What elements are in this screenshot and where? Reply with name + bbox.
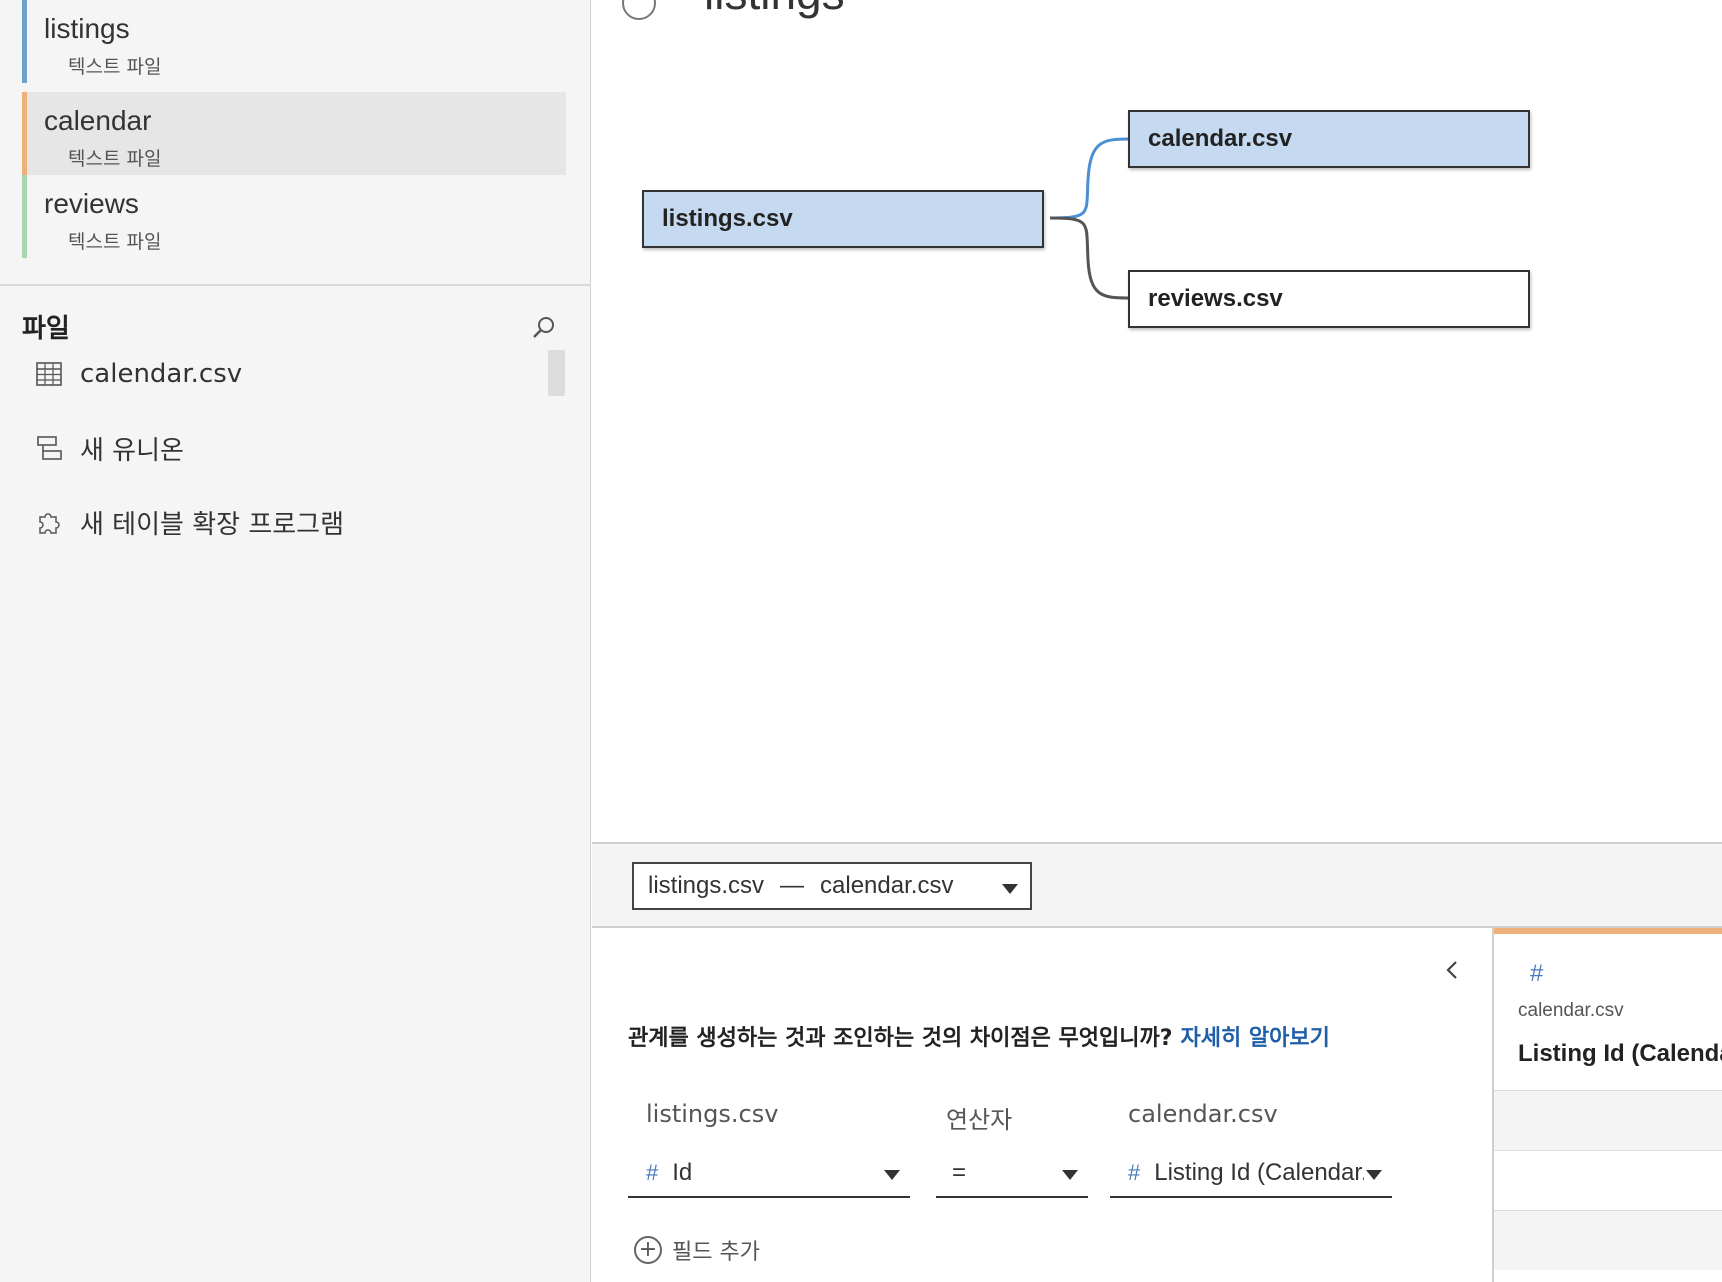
number-type-icon: # <box>646 1160 659 1185</box>
right-field-value: Listing Id (Calendar.csv) <box>1154 1159 1364 1186</box>
datasource-item-reviews[interactable]: reviews 텍스트 파일 <box>22 175 566 258</box>
link-listings-calendar <box>1049 137 1129 220</box>
right-field-select[interactable]: # Listing Id (Calendar.csv) <box>1110 1150 1392 1198</box>
datasource-name: reviews <box>44 188 139 219</box>
file-item-label: calendar.csv <box>80 359 243 389</box>
operator-select[interactable]: = <box>936 1150 1088 1198</box>
file-item-calendar-csv[interactable]: calendar.csv <box>34 354 242 394</box>
datasource-item-listings[interactable]: listings 텍스트 파일 <box>22 0 566 83</box>
chevron-down-icon <box>884 1170 900 1180</box>
left-sidebar: listings 텍스트 파일 calendar 텍스트 파일 reviews … <box>0 0 591 1282</box>
chevron-down-icon <box>1002 884 1018 894</box>
relationship-canvas: listings listings.csv calendar.csv revie… <box>592 0 1722 842</box>
datasource-name: calendar <box>44 105 152 136</box>
left-field-select[interactable]: # Id <box>628 1150 910 1198</box>
operator-value: = <box>952 1159 967 1186</box>
table-node-calendar[interactable]: calendar.csv <box>1128 110 1530 168</box>
operator-header: 연산자 <box>946 1106 1013 1134</box>
sidebar-divider <box>0 284 591 286</box>
page-title: listings <box>704 0 845 20</box>
search-icon[interactable] <box>530 314 558 342</box>
extension-icon <box>34 507 64 537</box>
files-header: 파일 <box>22 314 70 344</box>
chevron-down-icon <box>1366 1170 1382 1180</box>
plus-icon: + <box>634 1236 662 1264</box>
relationship-dropdown[interactable]: listings.csv — calendar.csv <box>632 862 1032 910</box>
link-listings-reviews <box>1049 216 1129 300</box>
help-text: 관계를 생성하는 것과 조인하는 것의 차이점은 무엇입니까? <box>628 1026 1173 1051</box>
datasource-name: listings <box>44 13 130 44</box>
number-type-icon: # <box>1128 1160 1141 1185</box>
sidebar-scrollbar[interactable] <box>548 350 565 396</box>
file-item-label: 새 테이블 확장 프로그램 <box>80 509 344 540</box>
preview-color-bar <box>1494 928 1722 934</box>
datasource-type: 텍스트 파일 <box>68 231 162 253</box>
number-type-icon: # <box>1530 960 1544 987</box>
relationship-selector-bar: listings.csv — calendar.csv <box>592 842 1722 928</box>
datasource-type: 텍스트 파일 <box>68 56 162 78</box>
datasource-item-calendar[interactable]: calendar 텍스트 파일 <box>22 92 566 175</box>
chevron-down-icon <box>1062 1170 1078 1180</box>
table-icon <box>34 359 64 389</box>
relationship-separator: — <box>780 872 805 899</box>
file-item-new-table-extension[interactable]: 새 테이블 확장 프로그램 <box>34 502 344 542</box>
datasource-color-bar <box>22 92 27 175</box>
datasource-color-bar <box>22 175 27 258</box>
file-item-new-union[interactable]: 새 유니온 <box>34 428 184 468</box>
field-preview-panel: # calendar.csv Listing Id (Calendar.csv) <box>1492 928 1722 1282</box>
preview-row <box>1494 1210 1722 1270</box>
file-item-label: 새 유니온 <box>80 435 184 466</box>
add-field-button[interactable]: + 필드 추가 <box>634 1234 760 1266</box>
relationship-help: 관계를 생성하는 것과 조인하는 것의 차이점은 무엇입니까? 자세히 알아보기 <box>628 1020 1330 1052</box>
relationship-right-table: calendar.csv <box>820 872 954 899</box>
relationship-edit-panel: 관계를 생성하는 것과 조인하는 것의 차이점은 무엇입니까? 자세히 알아보기 … <box>592 928 1492 1282</box>
left-table-header: listings.csv <box>646 1100 779 1128</box>
union-icon <box>34 433 64 463</box>
learn-more-link[interactable]: 자세히 알아보기 <box>1180 1026 1329 1051</box>
datasource-type: 텍스트 파일 <box>68 148 162 170</box>
chevron-left-icon[interactable] <box>1442 956 1470 984</box>
left-field-value: Id <box>672 1159 693 1186</box>
datasource-icon <box>622 0 656 20</box>
preview-row <box>1494 1090 1722 1150</box>
table-node-reviews[interactable]: reviews.csv <box>1128 270 1530 328</box>
add-field-label: 필드 추가 <box>672 1240 760 1265</box>
relationship-left-table: listings.csv <box>648 872 765 899</box>
preview-source: calendar.csv <box>1518 1000 1624 1021</box>
table-node-listings[interactable]: listings.csv <box>642 190 1044 248</box>
preview-field-name[interactable]: Listing Id (Calendar.csv) <box>1518 1040 1722 1068</box>
datasource-color-bar <box>22 0 27 83</box>
preview-row <box>1494 1150 1722 1210</box>
right-table-header: calendar.csv <box>1128 1100 1278 1128</box>
